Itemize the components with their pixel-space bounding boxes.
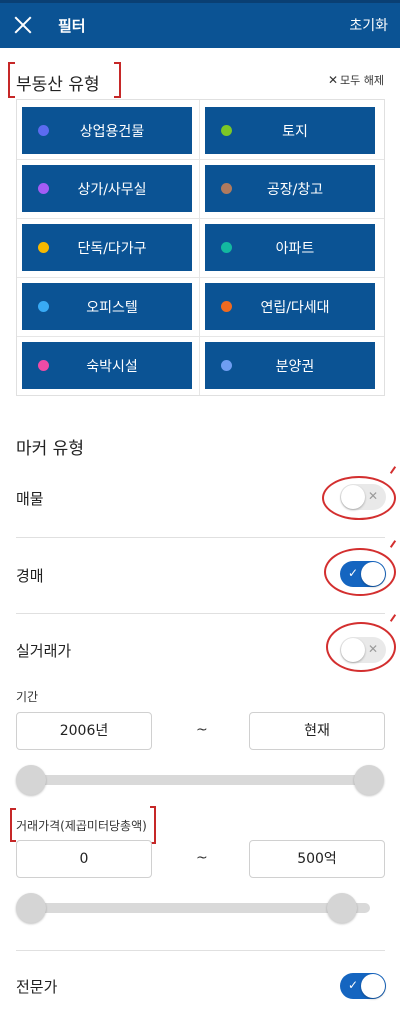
- expert-label: 전문가: [16, 978, 58, 996]
- annotation-circle: [322, 476, 396, 520]
- property-type-button[interactable]: 단독/다가구: [22, 224, 192, 271]
- property-type-label: 상가/사무실: [77, 182, 147, 198]
- price-slider-start-handle[interactable]: [16, 893, 46, 923]
- property-type-button[interactable]: 공장/창고: [205, 165, 375, 212]
- property-type-button[interactable]: 오피스텔: [22, 283, 192, 330]
- price-separator: ~: [196, 850, 208, 866]
- expert-toggle[interactable]: ✓: [340, 973, 386, 999]
- marker-type-title: 마커 유형: [16, 439, 84, 459]
- annotation-tick: [389, 614, 397, 622]
- annotation-bracket-left: [8, 62, 15, 98]
- annotation-circle: [324, 548, 396, 596]
- property-type-label: 분양권: [275, 359, 315, 375]
- listing-label: 매물: [16, 490, 44, 508]
- reset-button[interactable]: 초기화: [349, 15, 388, 35]
- annotation-tick: [389, 466, 397, 474]
- property-type-label: 상업용건물: [79, 124, 145, 140]
- property-type-button[interactable]: 연립/다세대: [205, 283, 375, 330]
- period-separator: ~: [196, 722, 208, 738]
- close-icon: ✕: [327, 73, 339, 87]
- toggle-mark-icon: ✓: [348, 978, 359, 992]
- property-type-label: 연립/다세대: [260, 300, 330, 316]
- property-type-button[interactable]: 상가/사무실: [22, 165, 192, 212]
- period-from-field[interactable]: 2006년: [16, 712, 152, 750]
- page-title: 필터: [58, 17, 86, 35]
- actual-price-label: 실거래가: [16, 642, 72, 660]
- property-type-label: 아파트: [275, 241, 315, 257]
- period-slider-end-handle[interactable]: [354, 765, 384, 795]
- property-type-button[interactable]: 분양권: [205, 342, 375, 389]
- period-label: 기간: [16, 690, 39, 704]
- price-label: 거래가격(제곱미터당총액): [16, 819, 147, 833]
- property-type-button[interactable]: 아파트: [205, 224, 375, 271]
- auction-label: 경매: [16, 567, 44, 585]
- property-type-label: 오피스텔: [86, 300, 138, 316]
- annotation-bracket-right: [150, 806, 156, 844]
- clear-all-button[interactable]: ✕ 모두 해제: [328, 72, 384, 88]
- property-type-button[interactable]: 토지: [205, 107, 375, 154]
- clear-all-label: 모두 해제: [340, 74, 384, 87]
- period-slider-track[interactable]: [24, 775, 376, 785]
- property-type-button[interactable]: 상업용건물: [22, 107, 192, 154]
- price-slider-end-handle[interactable]: [327, 893, 358, 923]
- price-slider-track[interactable]: [24, 903, 370, 913]
- property-type-label: 토지: [282, 124, 308, 140]
- price-to-field[interactable]: 500억: [249, 840, 385, 878]
- annotation-tick: [389, 540, 397, 548]
- property-type-label: 공장/창고: [266, 182, 324, 198]
- close-icon[interactable]: [10, 11, 38, 39]
- price-from-field[interactable]: 0: [16, 840, 152, 878]
- period-slider-start-handle[interactable]: [16, 765, 46, 795]
- property-type-label: 숙박시설: [86, 359, 138, 375]
- annotation-circle: [326, 622, 396, 672]
- period-to-field[interactable]: 현재: [249, 712, 385, 750]
- property-type-title: 부동산 유형: [16, 75, 100, 95]
- header-bar: 필터 초기화: [0, 0, 400, 48]
- property-type-button[interactable]: 숙박시설: [22, 342, 192, 389]
- property-type-label: 단독/다가구: [77, 241, 147, 257]
- annotation-bracket-right: [114, 62, 121, 98]
